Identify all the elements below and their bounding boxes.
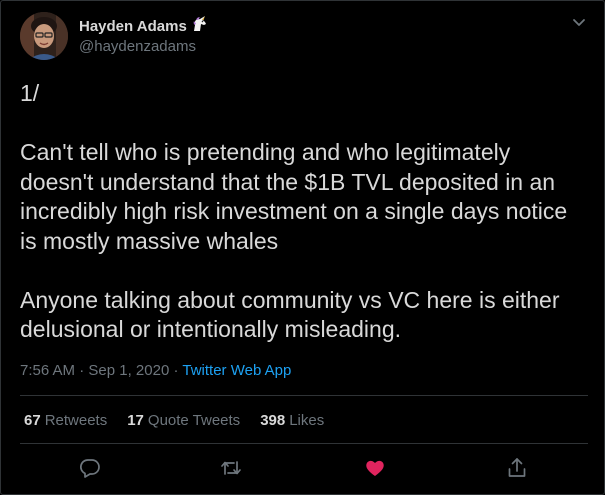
divider (20, 395, 588, 396)
avatar[interactable] (20, 12, 68, 60)
likes-label: Likes (289, 412, 325, 429)
retweets-count: 67 (24, 412, 41, 429)
quote-tweets-count: 17 (127, 412, 144, 429)
author-handle[interactable]: @haydenzadams (79, 38, 196, 55)
tweet-source-link[interactable]: Twitter Web App (182, 362, 291, 379)
author-display-name[interactable]: Hayden Adams (79, 18, 187, 35)
likes-stat[interactable]: 398 Likes (260, 412, 324, 429)
quote-tweets-stat[interactable]: 17 Quote Tweets (127, 412, 240, 429)
tweet-meta: 7:56 AM · Sep 1, 2020 · Twitter Web App (20, 362, 291, 379)
quote-tweets-label: Quote Tweets (147, 412, 241, 429)
reply-icon[interactable] (79, 457, 101, 479)
retweets-stat[interactable]: 67 Retweets (24, 412, 107, 429)
tweet-text: 1/ Can't tell who is pretending and who … (20, 80, 568, 342)
tweet-actions (1, 457, 604, 483)
tweet-stats: 67 Retweets 17 Quote Tweets 398 Likes (24, 412, 344, 429)
chevron-down-icon[interactable] (572, 15, 586, 29)
meta-separator: · (173, 362, 179, 379)
meta-separator: · (79, 362, 85, 379)
share-icon[interactable] (506, 457, 528, 479)
retweet-icon[interactable] (220, 457, 242, 479)
divider (20, 443, 588, 444)
tweet-card: Hayden Adams @haydenzadams 1/ Can't tell… (0, 0, 605, 495)
tweet-date[interactable]: Sep 1, 2020 (88, 362, 169, 379)
tweet-time[interactable]: 7:56 AM (20, 362, 75, 379)
unicorn-icon (191, 16, 209, 37)
author-name-row[interactable]: Hayden Adams (79, 16, 209, 37)
retweets-label: Retweets (44, 412, 108, 429)
like-icon[interactable] (364, 457, 386, 479)
likes-count: 398 (260, 412, 286, 429)
avatar-image (20, 12, 68, 60)
